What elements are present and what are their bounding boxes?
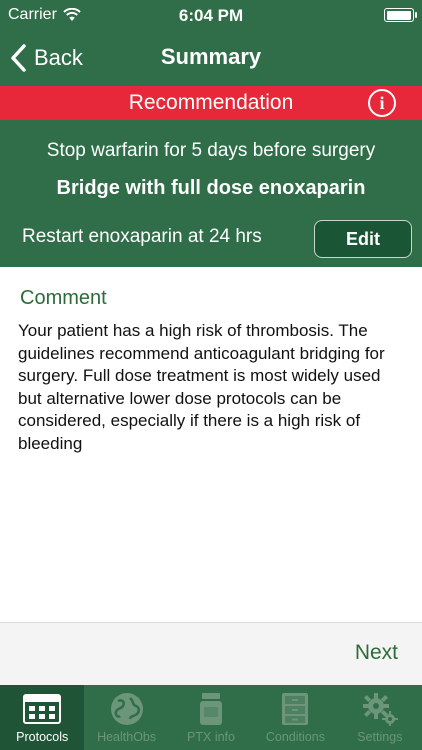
tab-label: Settings <box>357 730 403 744</box>
tab-label: HealthObs <box>97 730 157 744</box>
comment-body: Your patient has a high risk of thrombos… <box>18 321 385 453</box>
tab-label: Protocols <box>16 730 69 744</box>
tab-healthobs[interactable]: HealthObs <box>84 685 168 750</box>
recommendation-title: Recommendation <box>128 91 294 114</box>
navigation-bar: Back Summary <box>0 30 422 86</box>
next-button[interactable]: Next <box>355 641 398 665</box>
comment-heading: Comment <box>20 287 107 309</box>
globe-icon <box>107 691 147 727</box>
pill-bottle-icon <box>191 691 231 727</box>
recommendation-header: Recommendation i <box>0 86 422 120</box>
cabinet-icon <box>275 691 315 727</box>
tab-bar: Protocols HealthObs PTX info Conditions … <box>0 685 422 750</box>
recommendation-stop-text: Stop warfarin for 5 days before surgery <box>46 140 376 161</box>
tab-protocols[interactable]: Protocols <box>0 685 85 750</box>
edit-button[interactable]: Edit <box>314 220 412 258</box>
gear-icon <box>360 691 400 727</box>
info-icon[interactable]: i <box>368 89 396 117</box>
page-title: Summary <box>160 44 262 69</box>
recommendation-panel: Stop warfarin for 5 days before surgery … <box>0 120 422 267</box>
recommendation-restart-text: Restart enoxaparin at 24 hrs <box>22 226 262 247</box>
status-time: 6:04 PM <box>178 6 244 25</box>
tab-label: PTX info <box>187 730 235 744</box>
battery-icon <box>384 8 417 22</box>
tab-ptx-info[interactable]: PTX info <box>169 685 253 750</box>
tab-label: Conditions <box>265 730 325 744</box>
tab-settings[interactable]: Settings <box>338 685 422 750</box>
tab-conditions[interactable]: Conditions <box>253 685 337 750</box>
summary-screen: Carrier 6:04 PM Back Summary Recommendat… <box>0 0 422 750</box>
status-bar: Carrier 6:04 PM <box>0 0 422 30</box>
protocols-icon <box>22 691 62 727</box>
footer-bar: Next <box>0 623 422 685</box>
recommendation-bridge-text: Bridge with full dose enoxaparin <box>56 177 366 199</box>
